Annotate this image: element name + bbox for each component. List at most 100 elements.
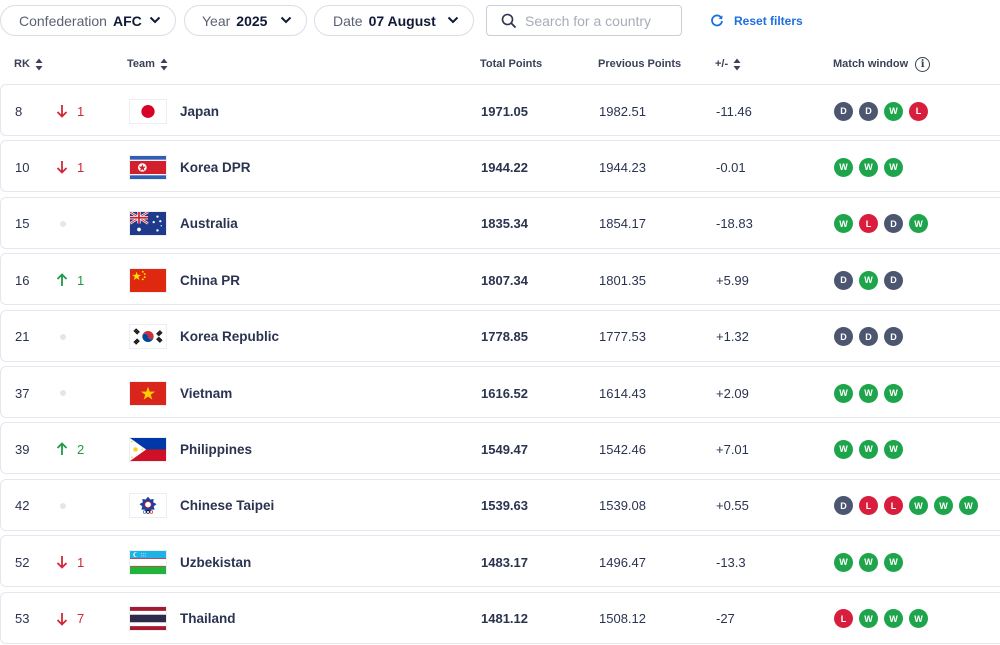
match-result-badge[interactable]: W <box>909 496 928 516</box>
total-points: 1944.22 <box>481 159 528 175</box>
total-points: 1481.12 <box>481 611 528 627</box>
table-row[interactable]: 37 Vietnam 1616.52 1614.43 +2.09 W W W <box>0 366 1000 418</box>
match-result-badge[interactable]: W <box>884 157 903 177</box>
table-row[interactable]: 42 Chinese Taipei 1539.63 1539.08 +0.55 D L L W W… <box>0 478 1000 532</box>
confederation-dropdown[interactable]: Confederation AFC <box>0 5 176 36</box>
match-result-badge[interactable]: L <box>834 609 853 629</box>
points-diff: +7.01 <box>716 441 749 457</box>
arrow-down-icon <box>56 556 68 569</box>
arrow-down-icon <box>56 612 68 626</box>
japan-flag-icon <box>129 98 167 124</box>
match-result-badge[interactable]: W <box>859 157 878 177</box>
table-row[interactable]: 52 1 Uzbekistan 1483.17 1496.47 -13.3 W W W <box>0 535 1000 588</box>
points-diff: +2.09 <box>716 385 749 401</box>
match-window: DWD <box>834 254 903 306</box>
table-row[interactable]: 8 1 Japan 1971.05 1982.51 -11.46 D D W L <box>0 84 1000 136</box>
team-name-link[interactable]: Korea Republic <box>180 311 279 363</box>
match-result-badge[interactable]: W <box>884 552 903 572</box>
table-row[interactable]: 10 1 Korea DPR 1944.22 1944.23 -0.01 W W W <box>0 140 1000 193</box>
match-result-badge[interactable]: W <box>859 383 878 403</box>
arrow-down-icon <box>56 105 68 118</box>
china-flag-icon <box>129 267 167 293</box>
match-result-badge[interactable]: W <box>834 157 853 177</box>
rank-change <box>56 311 66 363</box>
table-row[interactable]: 53 7 Thailand 1481.12 1508.12 -27 L W W W <box>0 591 1000 645</box>
total-points: 1971.05 <box>481 103 528 119</box>
total-points: 1539.63 <box>481 498 528 514</box>
match-result-badge[interactable]: W <box>834 439 853 459</box>
match-result-badge[interactable]: D <box>884 214 903 234</box>
match-result-badge[interactable]: D <box>834 101 853 121</box>
match-result-badge[interactable]: W <box>884 383 903 403</box>
match-result-badge[interactable]: W <box>859 270 878 290</box>
points-diff: -11.46 <box>716 103 752 119</box>
uzbekistan-flag-icon <box>129 549 167 575</box>
match-result-badge[interactable]: W <box>884 609 903 629</box>
column-rank[interactable]: RK <box>14 52 43 76</box>
rank-change <box>56 480 66 532</box>
match-result-badge[interactable]: W <box>834 552 853 572</box>
match-result-badge[interactable]: D <box>834 270 853 290</box>
match-result-badge[interactable]: D <box>884 327 903 347</box>
reset-filters-label: Reset filters <box>734 13 803 28</box>
match-result-badge[interactable]: W <box>959 496 978 516</box>
rank-change: 2 <box>56 423 84 475</box>
team-name-link[interactable]: Japan <box>180 85 219 137</box>
match-result-badge[interactable]: D <box>859 327 878 347</box>
year-value: 2025 <box>236 12 268 29</box>
column-diff[interactable]: +/- <box>715 52 741 76</box>
team-name-link[interactable]: China PR <box>180 254 240 306</box>
match-result-badge[interactable]: D <box>834 496 853 516</box>
no-change-dot <box>60 390 66 396</box>
table-row[interactable]: 15 Australia 1835.34 1854.17 -18.83 W L D W <box>0 196 1000 250</box>
rank-change-value: 7 <box>77 611 85 627</box>
match-result-badge[interactable]: W <box>934 496 953 516</box>
rank-change-value: 1 <box>77 103 85 119</box>
sort-icon <box>35 58 43 70</box>
match-result-badge[interactable]: W <box>884 439 903 459</box>
table-row[interactable]: 21 Korea Republic 1778.85 1777.53 +1.32 D D D <box>0 309 1000 363</box>
match-result-badge[interactable]: W <box>859 609 878 629</box>
team-name-link[interactable]: Korea DPR <box>180 141 251 193</box>
team-flag <box>129 254 167 306</box>
year-dropdown[interactable]: Year 2025 <box>184 5 307 36</box>
match-result-badge[interactable]: W <box>909 214 928 234</box>
team-name-link[interactable]: Australia <box>180 198 238 250</box>
match-result-badge[interactable]: L <box>884 496 903 516</box>
team-name-link[interactable]: Chinese Taipei <box>180 480 274 532</box>
match-result-badge[interactable]: L <box>859 496 878 516</box>
search-box <box>486 5 682 36</box>
match-result-badge[interactable]: L <box>909 101 928 121</box>
info-icon[interactable]: i <box>915 56 931 72</box>
match-window: DDD <box>834 311 903 363</box>
total-points: 1616.52 <box>481 385 528 401</box>
previous-points: 1982.51 <box>599 103 646 119</box>
match-result-badge[interactable]: W <box>834 383 853 403</box>
team-name-link[interactable]: Uzbekistan <box>180 536 251 588</box>
match-result-badge[interactable]: W <box>884 101 903 121</box>
match-result-badge[interactable]: W <box>834 214 853 234</box>
match-result-badge[interactable]: D <box>834 327 853 347</box>
team-name-link[interactable]: Philippines <box>180 423 252 475</box>
table-row[interactable]: 39 2 Philippines 1549.47 1542.46 +7.01 W W W <box>0 422 1000 475</box>
reset-filters-button[interactable]: Reset filters <box>710 5 803 36</box>
date-dropdown[interactable]: Date 07 August <box>314 5 474 36</box>
match-window: DLLWWW <box>834 480 978 532</box>
column-diff-label: +/- <box>715 58 729 70</box>
search-input[interactable] <box>525 12 675 29</box>
previous-points: 1542.46 <box>599 441 646 457</box>
match-result-badge[interactable]: W <box>859 439 878 459</box>
team-name-link[interactable]: Vietnam <box>180 367 232 419</box>
points-diff: -13.3 <box>716 554 746 570</box>
team-name-link[interactable]: Thailand <box>180 593 236 645</box>
match-result-badge[interactable]: L <box>859 214 878 234</box>
column-team[interactable]: Team <box>127 52 168 76</box>
match-result-badge[interactable]: W <box>859 552 878 572</box>
column-total-label: Total Points <box>480 58 543 70</box>
match-result-badge[interactable]: W <box>909 609 928 629</box>
match-result-badge[interactable]: D <box>859 101 878 121</box>
match-window: WLDW <box>834 198 928 250</box>
table-row[interactable]: 16 1 China PR 1807.34 1801.35 +5.99 D W D <box>0 253 1000 306</box>
match-result-badge[interactable]: D <box>884 270 903 290</box>
column-previous-points: Previous Points <box>598 52 681 76</box>
